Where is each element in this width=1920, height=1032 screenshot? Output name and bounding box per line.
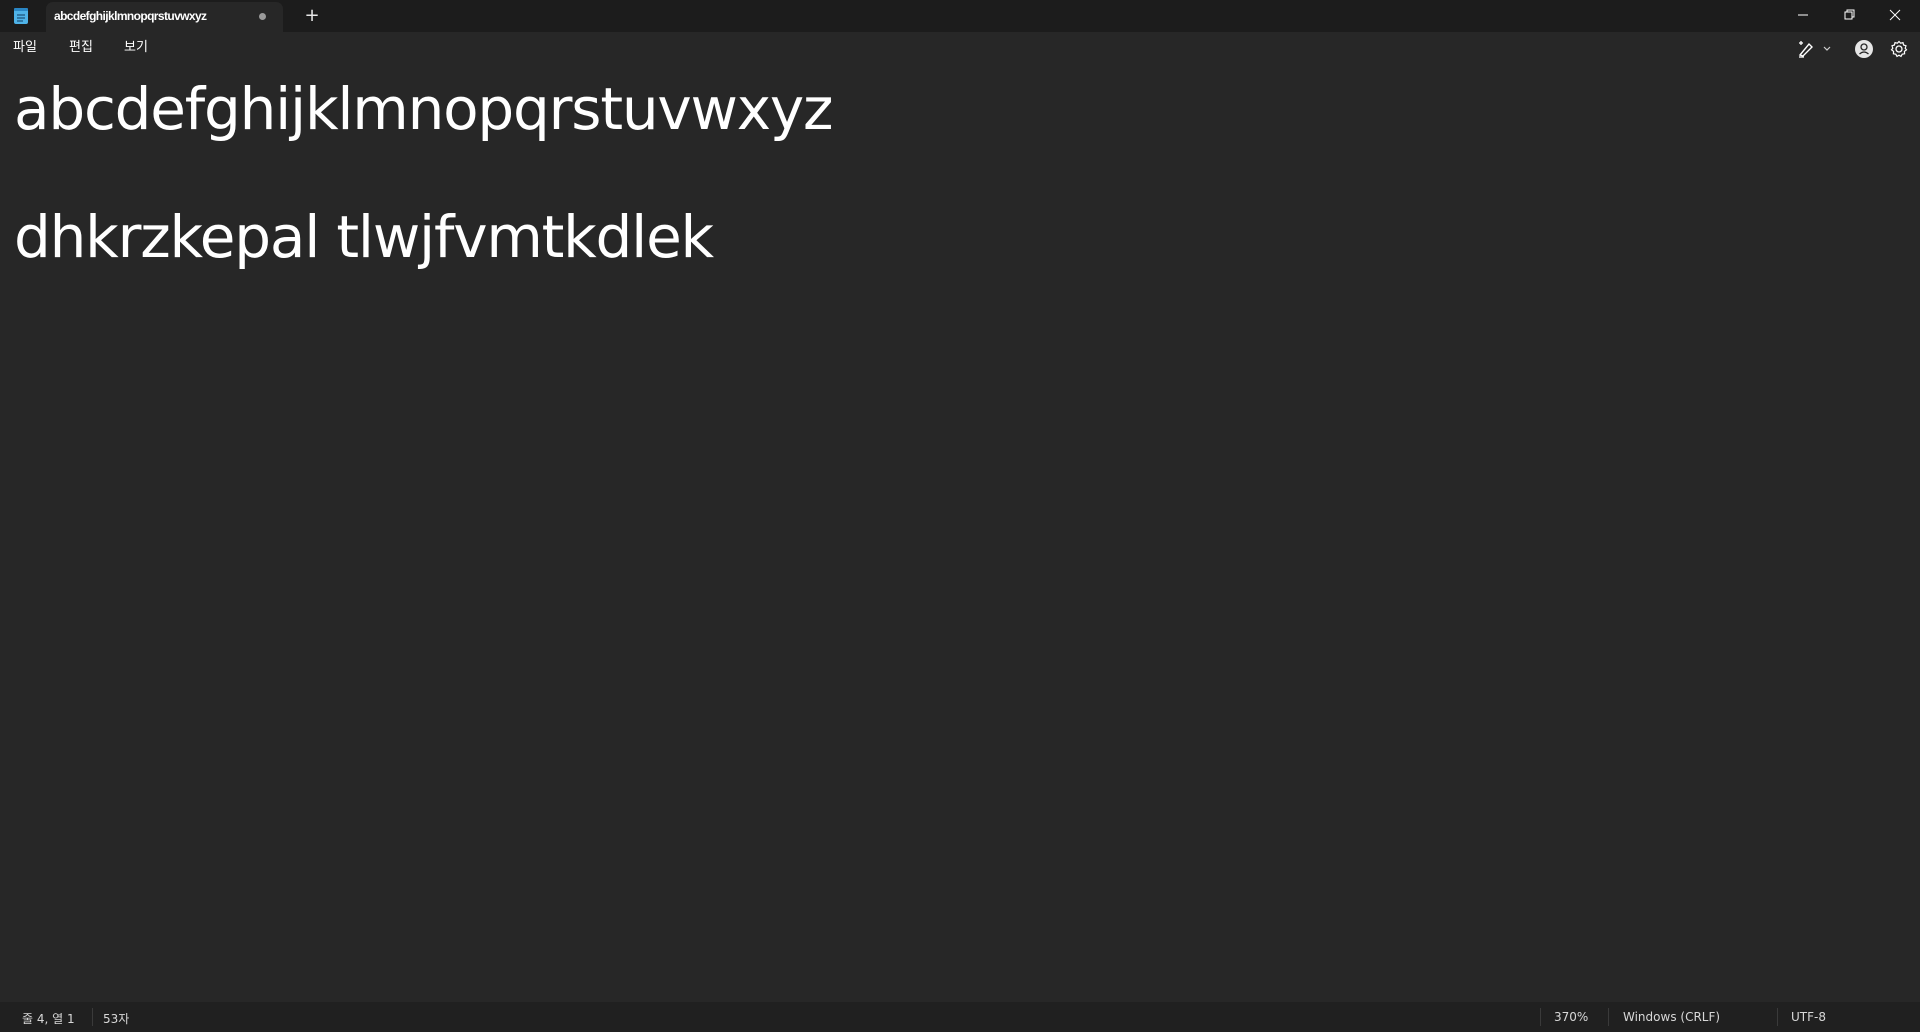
menu-edit[interactable]: 편집 (69, 38, 93, 58)
account-button[interactable] (1853, 38, 1875, 60)
close-button[interactable] (1872, 0, 1918, 30)
document-tab[interactable]: abcdefghijklmnopqrstuvwxyz (46, 2, 283, 32)
text-editor[interactable]: abcdefghijklmnopqrstuvwxyz dhkrzkepal tl… (0, 64, 1920, 1002)
restore-icon (1844, 9, 1855, 20)
copilot-button[interactable] (1795, 38, 1835, 60)
cursor-position: 줄 4, 열 1 (22, 1012, 75, 1026)
settings-button[interactable] (1888, 38, 1910, 60)
status-bar: 줄 4, 열 1 53자 370% Windows (CRLF) UTF-8 (0, 1002, 1920, 1032)
editor-line-1: abcdefghijklmnopqrstuvwxyz (14, 75, 833, 143)
minimize-button[interactable] (1780, 0, 1826, 30)
menu-file[interactable]: 파일 (13, 38, 37, 58)
status-divider (1540, 1008, 1541, 1026)
minimize-icon (1798, 14, 1808, 16)
encoding[interactable]: UTF-8 (1791, 1010, 1826, 1024)
notepad-icon (14, 8, 28, 24)
new-tab-button[interactable]: + (300, 4, 324, 28)
restore-button[interactable] (1826, 0, 1872, 30)
menu-bar: 파일 편집 보기 (0, 32, 1920, 64)
zoom-level[interactable]: 370% (1554, 1010, 1588, 1024)
title-bar: abcdefghijklmnopqrstuvwxyz + (0, 0, 1920, 32)
status-divider (1608, 1008, 1609, 1026)
gear-icon (1890, 40, 1908, 58)
menu-view[interactable]: 보기 (124, 38, 148, 58)
close-icon (1889, 9, 1901, 21)
editor-line-3: dhkrzkepal tlwjfvmtkdlek (14, 203, 714, 271)
account-icon (1855, 40, 1873, 58)
copilot-pen-icon (1798, 41, 1813, 58)
status-divider (92, 1008, 93, 1026)
chevron-down-icon (1823, 46, 1831, 51)
unsaved-dot-icon[interactable] (259, 13, 266, 20)
tab-title: abcdefghijklmnopqrstuvwxyz (54, 9, 207, 23)
character-count: 53자 (103, 1012, 130, 1026)
line-ending[interactable]: Windows (CRLF) (1623, 1010, 1720, 1024)
status-divider (1777, 1008, 1778, 1026)
